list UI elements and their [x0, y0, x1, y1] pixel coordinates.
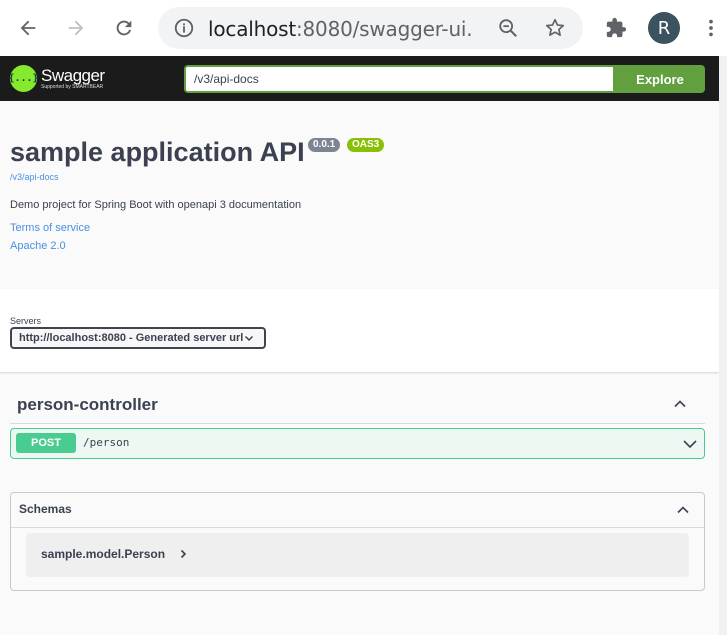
address-bar[interactable]: localhost:8080/swagger-ui... — [158, 7, 583, 49]
profile-avatar[interactable]: R — [648, 12, 680, 44]
puzzle-icon — [606, 17, 627, 38]
scrollbar-track[interactable] — [719, 56, 727, 635]
forward-button[interactable] — [60, 12, 92, 44]
chevron-up-icon[interactable] — [673, 397, 687, 411]
license-link[interactable]: Apache 2.0 — [10, 240, 66, 252]
more-vert-icon — [709, 19, 713, 37]
version-badge: 0.0.1 — [308, 138, 341, 152]
terms-link[interactable]: Terms of service — [10, 222, 90, 234]
chevron-down-icon[interactable] — [682, 436, 698, 452]
servers-section: Servers http://localhost:8080 - Generate… — [0, 289, 719, 372]
explore-button[interactable]: Explore — [615, 65, 705, 93]
operation-path: /person — [83, 436, 130, 449]
back-button[interactable] — [12, 12, 44, 44]
logo-title: Swagger — [41, 65, 105, 85]
model-name: sample.model.Person — [41, 547, 166, 561]
arrow-right-icon — [68, 20, 84, 36]
chevron-up-icon[interactable] — [676, 503, 690, 517]
info-icon — [174, 18, 194, 38]
swagger-logo[interactable]: {...} Swagger Supported by SMARTBEAR — [8, 65, 105, 92]
operation-post-person[interactable]: POST /person — [10, 428, 705, 459]
servers-selected-value: http://localhost:8080 - Generated server… — [19, 332, 244, 344]
reload-icon — [116, 20, 132, 36]
bookmark-star-icon[interactable] — [544, 17, 566, 39]
method-badge: POST — [16, 433, 76, 453]
menu-button[interactable] — [695, 12, 727, 44]
browser-toolbar: localhost:8080/swagger-ui... R — [0, 0, 727, 56]
extensions-button[interactable] — [600, 12, 632, 44]
chevron-down-icon — [244, 335, 254, 342]
model-row[interactable]: sample.model.Person — [26, 533, 689, 577]
api-info: sample application API 0.0.1 OAS3 /v3/ap… — [0, 101, 719, 289]
servers-label: Servers — [10, 316, 42, 326]
schemas-title: Schemas — [19, 502, 72, 516]
swagger-topbar: {...} Swagger Supported by SMARTBEAR Exp… — [0, 56, 719, 101]
address-text: localhost:8080/swagger-ui... — [208, 17, 473, 41]
schemas-section: Schemas sample.model.Person — [10, 492, 705, 591]
servers-select[interactable]: http://localhost:8080 - Generated server… — [10, 327, 266, 349]
page-title: sample application API — [10, 137, 305, 167]
schemas-header[interactable]: Schemas — [11, 493, 704, 528]
zoom-icon[interactable] — [497, 17, 519, 39]
api-description: Demo project for Spring Boot with openap… — [10, 199, 302, 211]
logo-subtitle: Supported by SMARTBEAR — [41, 83, 104, 90]
spec-link[interactable]: /v3/api-docs — [10, 172, 59, 182]
reload-button[interactable] — [108, 12, 140, 44]
spec-url-input[interactable] — [184, 65, 615, 93]
chevron-right-icon — [180, 549, 187, 559]
tag-header[interactable]: person-controller — [10, 386, 705, 424]
arrow-left-icon — [20, 20, 36, 36]
oas-badge: OAS3 — [347, 138, 385, 152]
swagger-logo-icon: {...} — [8, 65, 39, 92]
tag-title: person-controller — [17, 395, 158, 414]
